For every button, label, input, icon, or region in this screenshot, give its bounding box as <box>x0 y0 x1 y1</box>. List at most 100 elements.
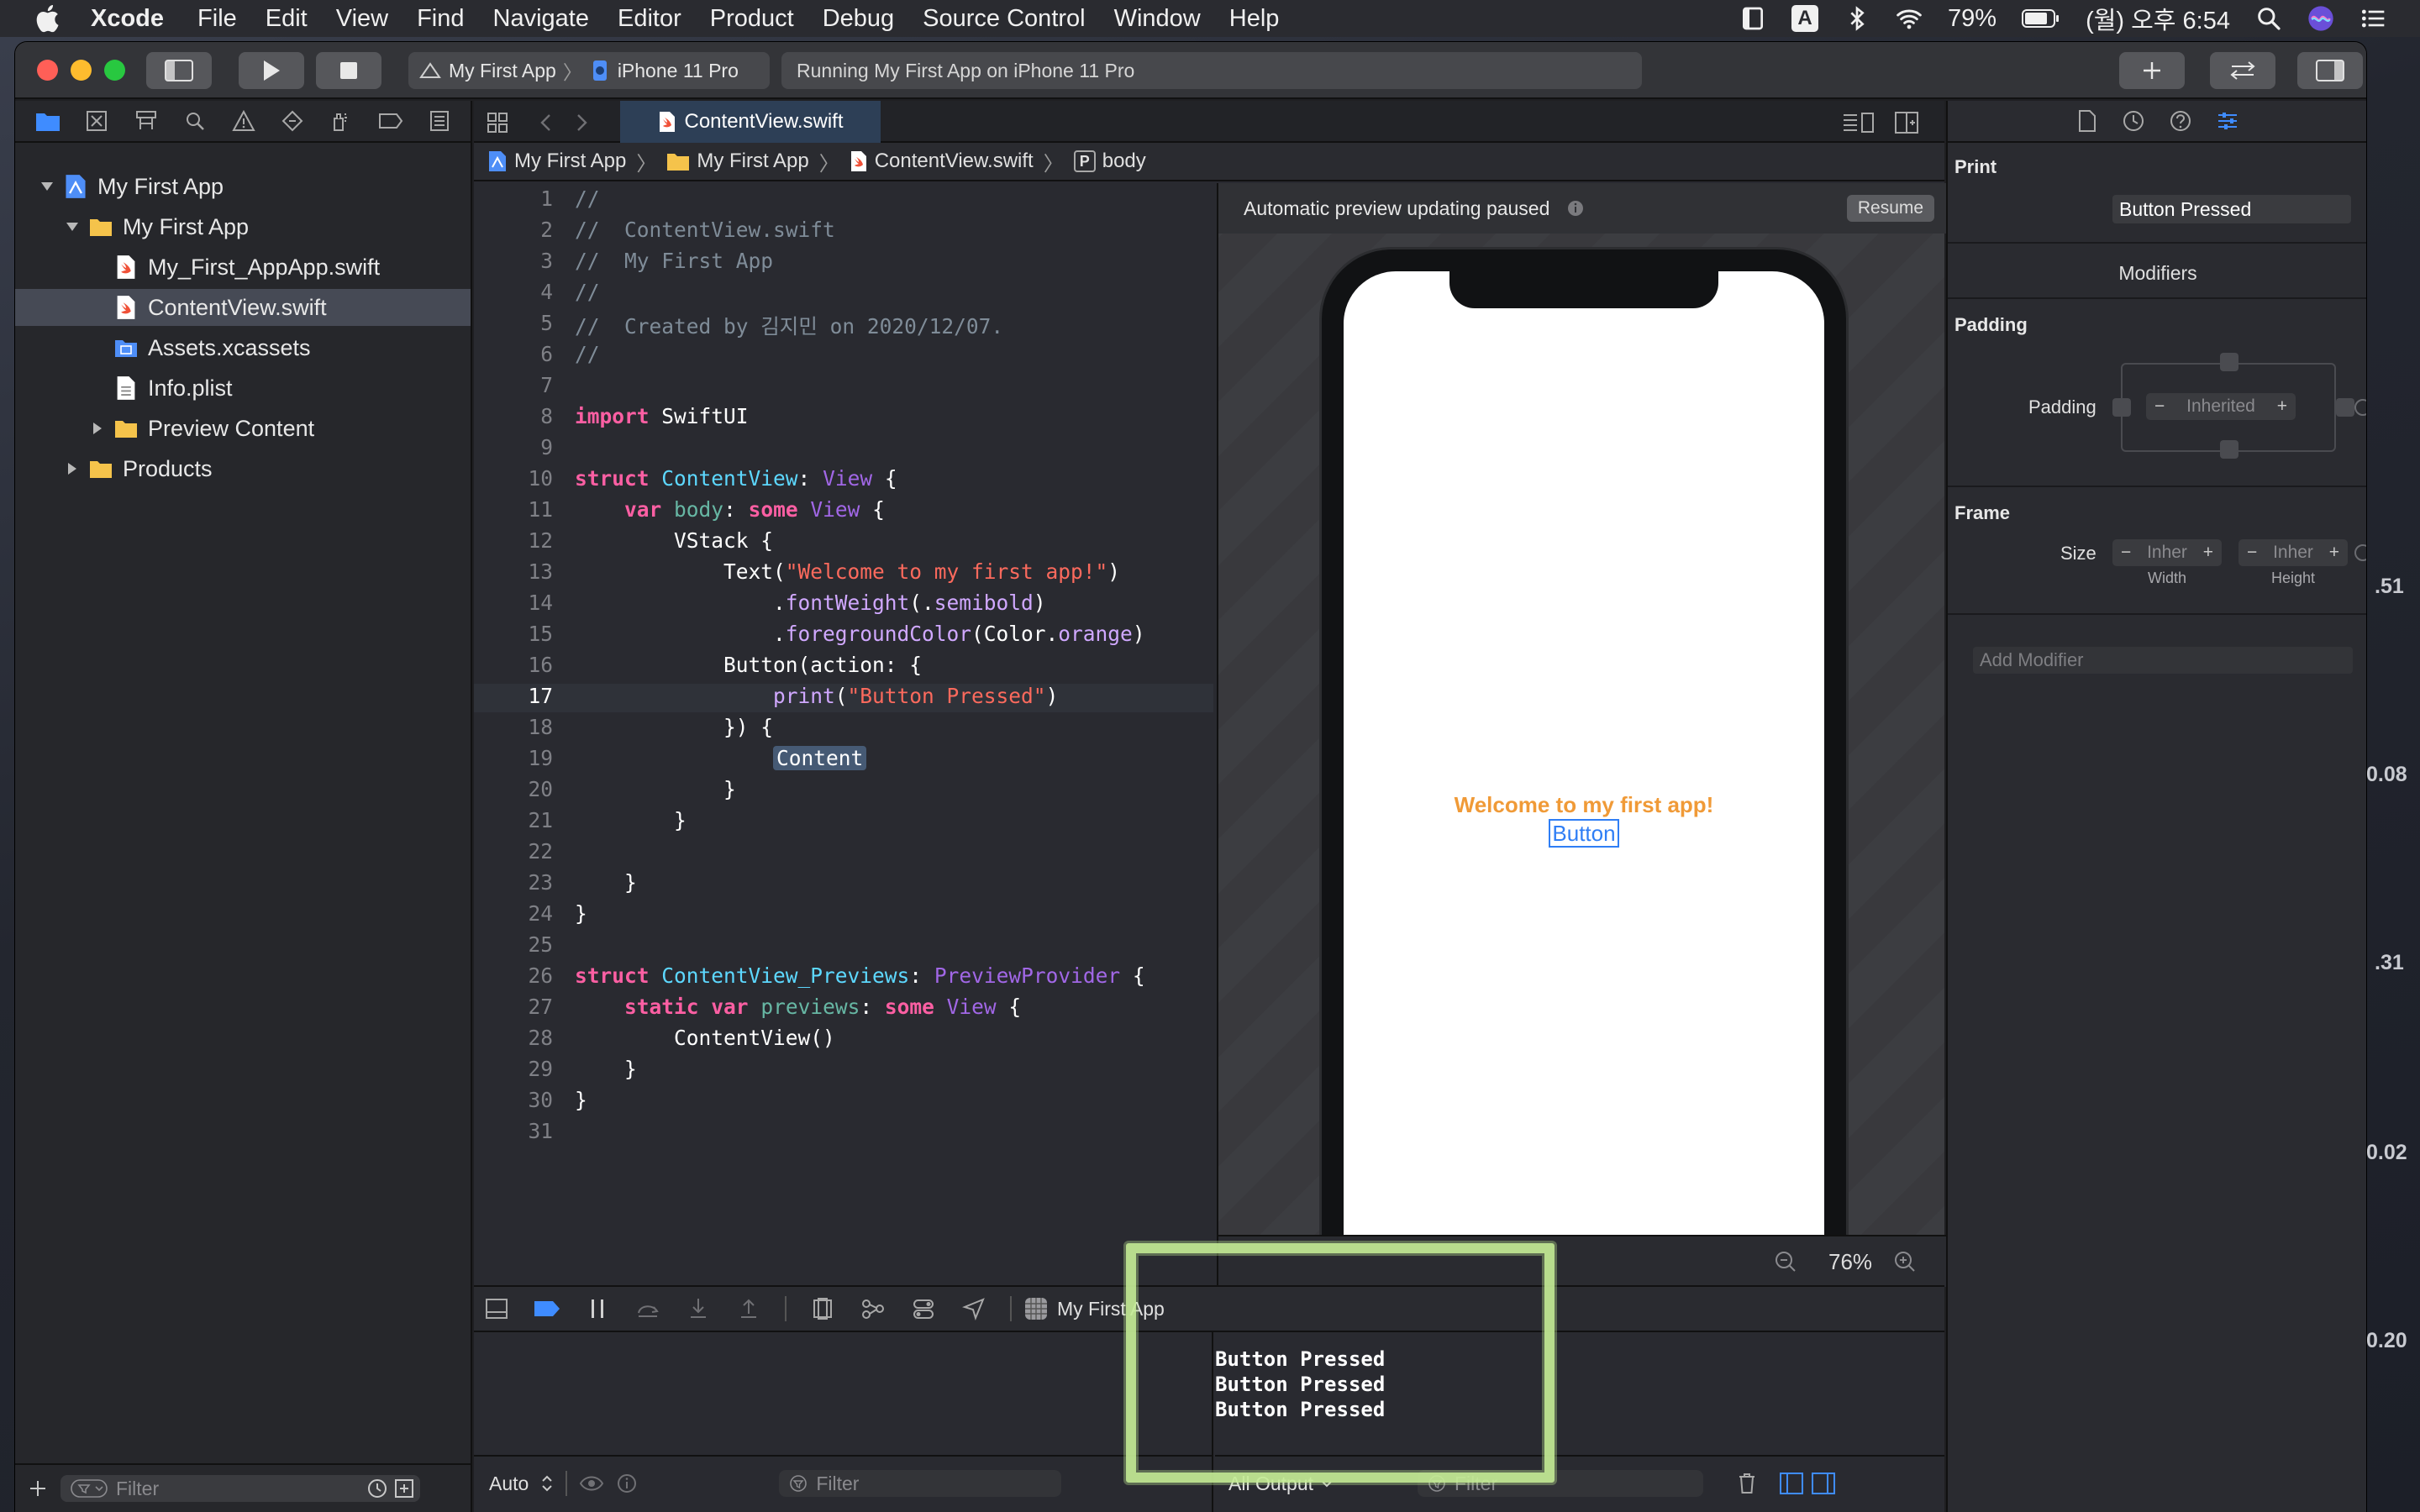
minus-icon[interactable]: − <box>2247 543 2257 563</box>
code-line[interactable]: 4 // <box>474 280 1213 308</box>
add-file-icon[interactable] <box>27 1478 49 1499</box>
code-line[interactable]: 1 // <box>474 186 1213 215</box>
recent-files-icon[interactable] <box>366 1478 388 1499</box>
battery-icon[interactable] <box>2022 8 2060 29</box>
tree-item[interactable]: My_First_AppApp.swift <box>15 249 471 286</box>
code-line[interactable]: 31 <box>474 1119 1213 1147</box>
code-line[interactable]: 3 // My First App <box>474 249 1213 277</box>
nav-tab-issues[interactable] <box>229 107 258 135</box>
back-chevron-icon[interactable] <box>538 113 555 133</box>
code-line[interactable]: 12 VStack { <box>474 528 1213 557</box>
menu-help[interactable]: Help <box>1229 5 1280 33</box>
siri-icon[interactable] <box>2307 5 2334 32</box>
code-line[interactable]: 25 <box>474 932 1213 961</box>
frame-options-radio[interactable] <box>2354 544 2366 561</box>
variables-filter-input[interactable]: Filter <box>779 1470 1062 1497</box>
code-line[interactable]: 8 import SwiftUI <box>474 404 1213 433</box>
padding-top-checkbox[interactable] <box>2220 353 2238 371</box>
zoom-out-icon[interactable] <box>1773 1249 1798 1274</box>
tree-item[interactable]: Info.plist <box>15 370 471 407</box>
sidecar-icon[interactable] <box>1739 5 1766 32</box>
code-line[interactable]: 18 }) { <box>474 715 1213 743</box>
width-stepper[interactable]: − Inher + <box>2112 539 2222 566</box>
menu-find[interactable]: Find <box>417 5 464 33</box>
code-line[interactable]: 17 print("Button Pressed") <box>474 684 1213 712</box>
jump-bar-project[interactable]: My First App <box>514 150 626 173</box>
code-line[interactable]: 29 } <box>474 1057 1213 1085</box>
code-line[interactable]: 22 <box>474 839 1213 868</box>
step-into-button[interactable] <box>684 1294 713 1323</box>
code-line[interactable]: 16 Button(action: { <box>474 653 1213 681</box>
preview-button[interactable]: Button <box>1549 819 1619 848</box>
minimize-window-button[interactable] <box>71 60 92 81</box>
code-line[interactable]: 13 Text("Welcome to my first app!") <box>474 559 1213 588</box>
memory-graph-button[interactable] <box>859 1294 887 1323</box>
code-line[interactable]: 24} <box>474 901 1213 930</box>
tree-item[interactable]: Assets.xcassets <box>15 329 471 366</box>
jump-bar-symbol[interactable]: body <box>1102 150 1146 173</box>
source-code-editor[interactable]: 1 // 2 // ContentView.swift 3 // My First App… <box>474 183 1213 1369</box>
padding-options-radio[interactable] <box>2354 399 2366 416</box>
toggle-navigator-button[interactable] <box>146 52 212 89</box>
disclosure-closed-icon[interactable] <box>89 420 106 437</box>
menu-view[interactable]: View <box>336 5 388 33</box>
nav-tab-find[interactable] <box>181 107 209 135</box>
environment-overrides-button[interactable] <box>909 1294 938 1323</box>
hide-debug-area-button[interactable] <box>482 1294 511 1323</box>
editor-options-icon[interactable] <box>1842 111 1876 134</box>
code-line[interactable]: 6 // <box>474 342 1213 370</box>
tree-item[interactable]: My First App <box>15 168 471 205</box>
menu-file[interactable]: File <box>197 5 237 33</box>
code-line[interactable]: 11 var body: some View { <box>474 497 1213 526</box>
simulate-location-button[interactable] <box>960 1294 988 1323</box>
add-modifier-field[interactable]: Add Modifier <box>1973 647 2353 674</box>
help-inspector-icon[interactable] <box>2169 109 2192 133</box>
code-line[interactable]: 26 struct ContentView_Previews: PreviewPr… <box>474 963 1213 992</box>
minus-icon[interactable]: − <box>2154 396 2165 417</box>
notification-center-icon[interactable] <box>2360 5 2386 32</box>
info-icon[interactable] <box>616 1473 638 1494</box>
navigator-filter-input[interactable]: Filter <box>60 1475 420 1502</box>
menu-product[interactable]: Product <box>710 5 794 33</box>
step-over-button[interactable] <box>634 1294 662 1323</box>
forward-chevron-icon[interactable] <box>573 113 590 133</box>
library-button[interactable] <box>2119 52 2185 89</box>
tab-content-view-swift[interactable]: ContentView.swift <box>620 101 881 143</box>
related-items-icon[interactable] <box>486 111 509 134</box>
code-line[interactable]: 20 } <box>474 777 1213 806</box>
plus-icon[interactable]: + <box>2329 543 2339 563</box>
info-icon[interactable] <box>1566 199 1585 218</box>
nav-tab-debug[interactable] <box>327 107 355 135</box>
breakpoints-toggle-button[interactable] <box>533 1294 561 1323</box>
code-review-button[interactable] <box>2210 52 2275 89</box>
source-control-filter-icon[interactable] <box>393 1478 415 1499</box>
resume-preview-button[interactable]: Resume <box>1847 195 1934 222</box>
nav-tab-reports[interactable] <box>425 107 454 135</box>
run-button[interactable] <box>239 52 304 89</box>
file-inspector-icon[interactable] <box>2076 109 2098 133</box>
menu-navigate[interactable]: Navigate <box>493 5 589 33</box>
menu-debug[interactable]: Debug <box>823 5 894 33</box>
code-line[interactable]: 28 ContentView() <box>474 1026 1213 1054</box>
input-source-badge[interactable]: A <box>1791 5 1819 32</box>
nav-tab-symbols[interactable] <box>132 107 160 135</box>
code-line[interactable]: 9 <box>474 435 1213 464</box>
zoom-level[interactable]: 76% <box>1828 1249 1872 1275</box>
apple-logo-icon[interactable] <box>32 2 66 35</box>
disclosure-open-icon[interactable] <box>64 218 81 235</box>
variables-scope-selector[interactable]: Auto <box>489 1473 529 1495</box>
code-line[interactable]: 27 static var previews: some View { <box>474 995 1213 1023</box>
show-variables-icon[interactable] <box>1779 1472 1804 1495</box>
stop-button[interactable] <box>316 52 381 89</box>
close-window-button[interactable] <box>37 60 58 81</box>
debug-view-hierarchy-button[interactable] <box>808 1294 837 1323</box>
code-line[interactable]: 2 // ContentView.swift <box>474 218 1213 246</box>
plus-icon[interactable]: + <box>2277 396 2287 417</box>
menu-window[interactable]: Window <box>1114 5 1201 33</box>
disclosure-open-icon[interactable] <box>39 178 55 195</box>
code-line[interactable]: 15 .foregroundColor(Color.orange) <box>474 622 1213 650</box>
wifi-icon[interactable] <box>1896 5 1923 32</box>
padding-leading-checkbox[interactable] <box>2112 398 2131 417</box>
bluetooth-icon[interactable] <box>1844 5 1870 32</box>
code-line[interactable]: 23 } <box>474 870 1213 899</box>
